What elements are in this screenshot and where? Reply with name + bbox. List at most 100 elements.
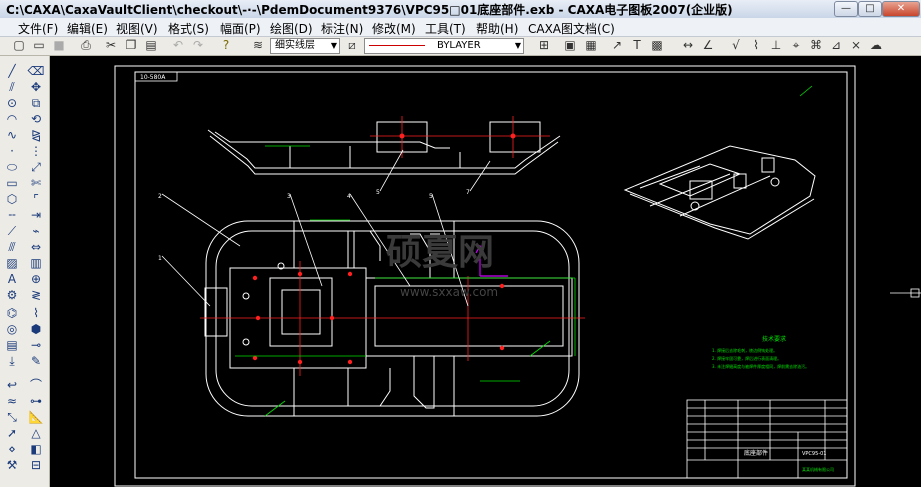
left-toolbar: ╱ ⌫ ⫽ ✥ ⊙ ⧉ ◠ ⟲ ∿ ⧎ · ⋮ ⬭ ⤢ ▭ ✄ ⬡ ⌜ ╌ ⇥ …	[0, 56, 50, 487]
menu-view[interactable]: 视图(V)	[116, 20, 158, 37]
menu-format[interactable]: 格式(S)	[168, 20, 209, 37]
undo-icon[interactable]: ↶	[170, 38, 186, 53]
parallel-line-icon[interactable]: ⫽	[3, 80, 21, 95]
scale-icon[interactable]: ⤢	[27, 160, 45, 175]
equidistant-icon[interactable]: ⫻	[3, 240, 21, 255]
array-icon[interactable]: ⋮	[27, 144, 45, 159]
fillet-icon[interactable]: ⌜	[27, 192, 45, 207]
polygon-icon[interactable]: ⬡	[3, 192, 21, 207]
zigzag-icon[interactable]: ≷	[27, 288, 45, 303]
explode-icon[interactable]: ⊕	[27, 272, 45, 287]
maximize-button[interactable]: □	[858, 1, 882, 17]
close-button[interactable]: ✕	[882, 1, 920, 17]
layer-select[interactable]: 细实线层 ▼	[270, 38, 340, 54]
insert-icon[interactable]: ⤓	[3, 354, 21, 369]
menu-draw[interactable]: 绘图(D)	[270, 20, 313, 37]
datum-icon[interactable]: ⊥	[768, 38, 784, 53]
menu-dimension[interactable]: 标注(N)	[321, 20, 363, 37]
zoom-window-icon[interactable]: ⊞	[536, 38, 552, 53]
align-icon[interactable]: ⊶	[27, 394, 45, 409]
minimize-button[interactable]: —	[834, 1, 858, 17]
menu-caxa-docs[interactable]: CAXA图文档(C)	[528, 20, 615, 37]
menu-help[interactable]: 帮助(H)	[476, 20, 518, 37]
weld-icon[interactable]: ⌇	[748, 38, 764, 53]
cut-icon[interactable]: ✂	[103, 38, 119, 53]
menu-modify[interactable]: 修改(M)	[372, 20, 416, 37]
rotate-icon[interactable]: ⟲	[27, 112, 45, 127]
angle-dim-icon[interactable]: ∠	[700, 38, 716, 53]
wrench-icon[interactable]: ⚒	[3, 458, 21, 473]
image-icon[interactable]: ▩	[649, 38, 665, 53]
break-icon[interactable]: ⌁	[27, 224, 45, 239]
copy-icon[interactable]: ❐	[123, 38, 139, 53]
bolt-icon[interactable]: ⌬	[3, 306, 21, 321]
mirror-icon[interactable]: ⧎	[27, 128, 45, 143]
gear-icon[interactable]: ⚙	[3, 288, 21, 303]
zoom-all-icon[interactable]: ▣	[562, 38, 578, 53]
section-icon[interactable]: ⊿	[828, 38, 844, 53]
stretch-icon[interactable]: ⇔	[27, 240, 45, 255]
triangle-icon[interactable]: △	[27, 426, 45, 441]
hatch-icon[interactable]: ▨	[3, 256, 21, 271]
attribute-icon[interactable]: ✎	[27, 354, 45, 369]
library-icon[interactable]: ▤	[3, 338, 21, 353]
dimension-chain-icon[interactable]: ⤡	[3, 410, 21, 425]
chevron-down-icon: ▼	[514, 41, 521, 50]
text-icon[interactable]: T	[629, 38, 645, 53]
drawing-canvas[interactable]: 10-580A 2 3 4 5 1 5 7 硕夏网 www.sxxaw.com …	[50, 56, 921, 487]
arrow-icon[interactable]: ➚	[3, 426, 21, 441]
linetype-select[interactable]: BYLAYER ▼	[364, 38, 524, 54]
paste-icon[interactable]: ▤	[143, 38, 159, 53]
new-file-icon[interactable]: ▢	[11, 38, 27, 53]
menu-file[interactable]: 文件(F)	[18, 20, 58, 37]
leader-icon[interactable]: ↗	[609, 38, 625, 53]
centerline-icon[interactable]: ╌	[3, 208, 21, 223]
trim-icon[interactable]: ✄	[27, 176, 45, 191]
measure-icon[interactable]: 📐	[27, 410, 45, 425]
menu-tools[interactable]: 工具(T)	[425, 20, 466, 37]
tolerance-icon[interactable]: ⌖	[788, 38, 804, 53]
symbol-icon[interactable]: ⌘	[808, 38, 824, 53]
line-tool-icon[interactable]: ╱	[3, 64, 21, 79]
text-tool-icon[interactable]: A	[3, 272, 21, 287]
redo-icon[interactable]: ↷	[190, 38, 206, 53]
watermark-url: www.sxxaw.com	[400, 285, 498, 299]
extend-icon[interactable]: ⇥	[27, 208, 45, 223]
roughness-icon[interactable]: √	[728, 38, 744, 53]
linear-dim-icon[interactable]: ↔	[680, 38, 696, 53]
pin-icon[interactable]: ⊸	[27, 338, 45, 353]
note-line-3: 3. 未注焊缝高度与被焊件厚度相同，焊前需去除油污。	[712, 363, 809, 369]
window-title: C:\CAXA\CaxaVaultClient\checkout\-·-\Pde…	[6, 3, 733, 17]
move-icon[interactable]: ✥	[27, 80, 45, 95]
fill-icon[interactable]: ◧	[27, 442, 45, 457]
layer-icon[interactable]: ≋	[250, 38, 266, 53]
arc-icon[interactable]: ◠	[3, 112, 21, 127]
menu-edit[interactable]: 编辑(E)	[67, 20, 108, 37]
wave-icon[interactable]: ≈	[3, 394, 21, 409]
ruler-icon[interactable]: ⊟	[27, 458, 45, 473]
node-icon[interactable]: ⋄	[3, 442, 21, 457]
print-icon[interactable]: ⎙	[78, 38, 94, 53]
open-folder-icon[interactable]: ▭	[31, 38, 47, 53]
undo-edit-icon[interactable]: ↩	[3, 378, 21, 393]
cloud-icon[interactable]: ☁	[868, 38, 884, 53]
spline-icon[interactable]: ∿	[3, 128, 21, 143]
bearing-icon[interactable]: ◎	[3, 322, 21, 337]
polyline-icon[interactable]: ⟋	[3, 224, 21, 239]
linetype-icon[interactable]: ⧄	[344, 38, 360, 53]
table-icon[interactable]: ▦	[583, 38, 599, 53]
cross-icon[interactable]: ⨯	[848, 38, 864, 53]
point-icon[interactable]: ·	[3, 144, 21, 159]
spring-icon[interactable]: ⌇	[27, 306, 45, 321]
save-icon[interactable]: ■	[51, 38, 67, 53]
curve-icon[interactable]: ⌒	[27, 378, 45, 393]
nut-icon[interactable]: ⬢	[27, 322, 45, 337]
ellipse-icon[interactable]: ⬭	[3, 160, 21, 175]
rectangle-icon[interactable]: ▭	[3, 176, 21, 191]
circle-icon[interactable]: ⊙	[3, 96, 21, 111]
help-icon[interactable]: ?	[218, 38, 234, 53]
menu-page[interactable]: 幅面(P)	[220, 20, 261, 37]
copy-object-icon[interactable]: ⧉	[27, 96, 45, 111]
block-icon[interactable]: ▥	[27, 256, 45, 271]
eraser-icon[interactable]: ⌫	[27, 64, 45, 79]
